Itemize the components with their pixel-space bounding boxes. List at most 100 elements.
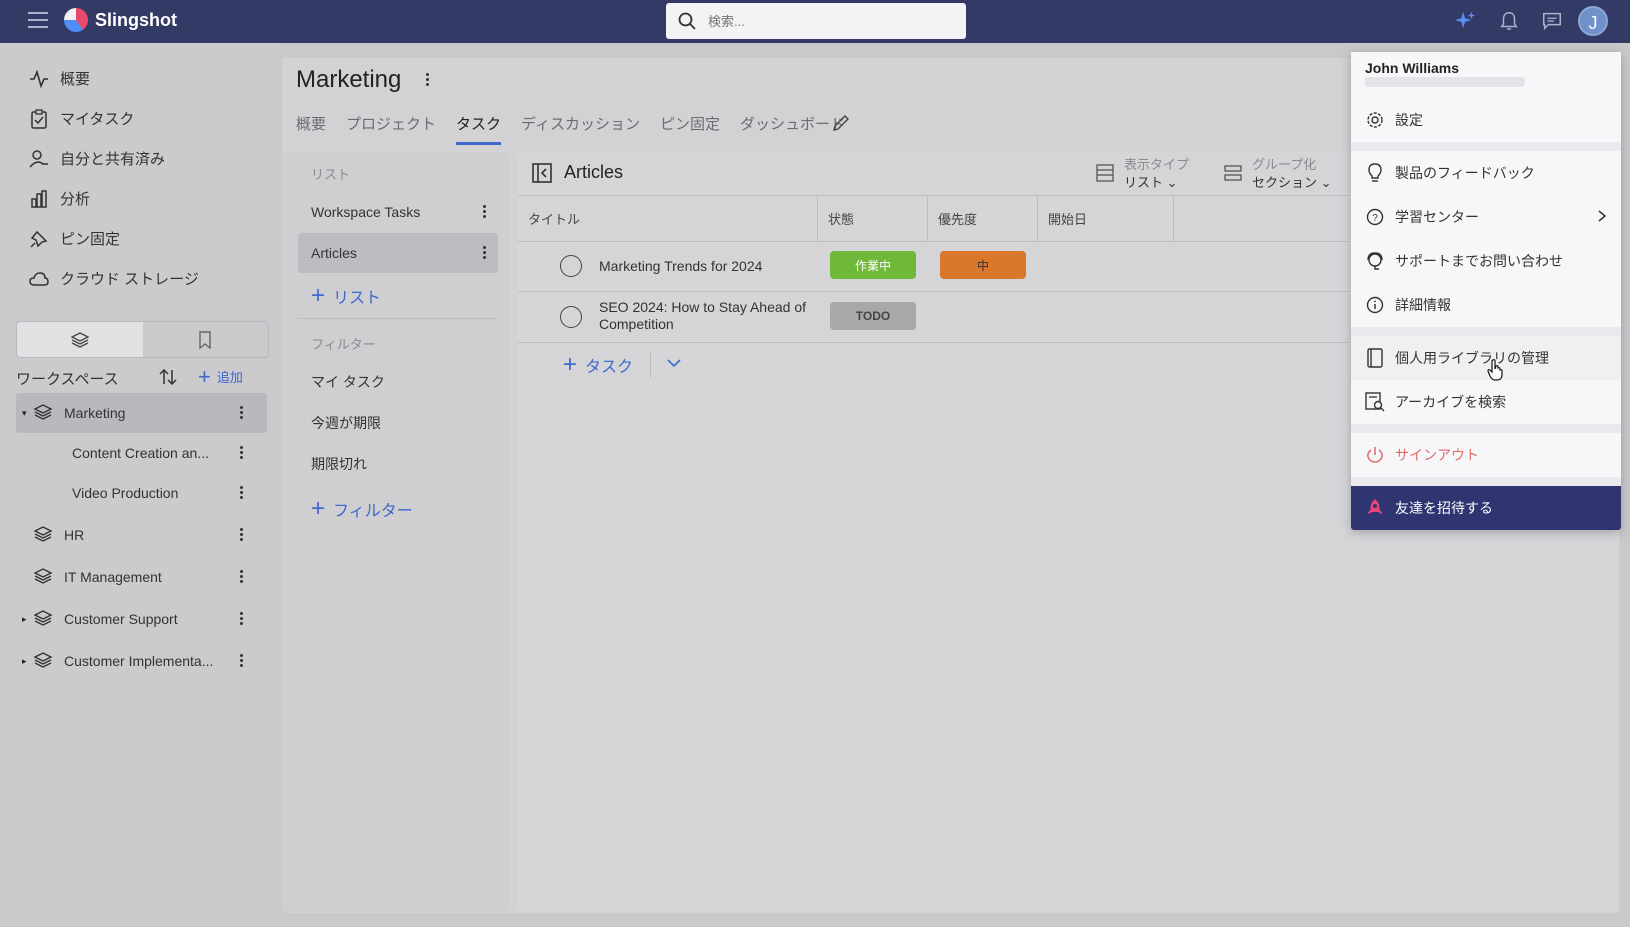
list-title: Articles — [564, 162, 624, 182]
bookmarks-view-button[interactable] — [143, 322, 269, 357]
workspace-video-production[interactable]: Video Production — [16, 473, 267, 513]
table-row[interactable]: SEO 2024: How to Stay Ahead of Competiti… — [518, 292, 1348, 343]
menu-item-learning-center[interactable]: ? 学習センター — [1351, 195, 1621, 239]
workspace-label: Customer Support — [64, 611, 178, 627]
layers-icon — [70, 331, 89, 348]
more-options-icon[interactable] — [240, 612, 243, 627]
top-bar: Slingshot J — [0, 0, 1630, 43]
user-info: John Williams — [1351, 52, 1621, 98]
more-options-icon[interactable] — [483, 246, 486, 261]
support-agent-icon — [1365, 251, 1385, 271]
tab-pinned[interactable]: ピン固定 — [660, 113, 720, 145]
expand-triangle-icon[interactable]: ▸ — [22, 614, 32, 625]
nav-analytics[interactable]: 分析 — [28, 188, 90, 209]
add-list-button[interactable]: + リスト — [311, 284, 381, 308]
divider — [298, 318, 498, 319]
add-filter-button[interactable]: + フィルター — [311, 497, 413, 521]
workspace-marketing[interactable]: ▾ Marketing — [16, 393, 267, 433]
workspaces-view-button[interactable] — [17, 322, 143, 357]
task-title[interactable]: SEO 2024: How to Stay Ahead of Competiti… — [599, 299, 806, 333]
complete-checkbox[interactable] — [560, 306, 582, 328]
tab-tasks[interactable]: タスク — [456, 113, 502, 145]
search-icon — [678, 12, 696, 30]
menu-item-settings[interactable]: 設定 — [1351, 98, 1621, 142]
app-logo[interactable]: Slingshot — [64, 8, 177, 32]
nav-cloud-storage[interactable]: クラウド ストレージ — [28, 268, 199, 289]
column-header-start-date[interactable]: 開始日 — [1038, 196, 1174, 241]
expand-triangle-icon[interactable]: ▸ — [22, 656, 32, 667]
nav-label: 分析 — [60, 191, 91, 208]
menu-item-sign-out[interactable]: サインアウト — [1351, 433, 1621, 477]
menu-item-personal-library[interactable]: 個人用ライブラリの管理 — [1351, 336, 1621, 380]
lists-heading: リスト — [311, 167, 351, 182]
more-options-icon[interactable] — [240, 528, 243, 543]
filter-label: 今週が期限 — [311, 415, 381, 431]
user-avatar[interactable]: J — [1578, 6, 1608, 36]
column-header-title[interactable]: タイトル — [518, 196, 818, 241]
view-type-selector[interactable]: 表示タイプ リスト ⌄ — [1096, 156, 1189, 192]
complete-checkbox[interactable] — [560, 255, 582, 277]
table-row[interactable]: Marketing Trends for 2024 作業中 中 — [518, 241, 1348, 292]
menu-item-contact-support[interactable]: サポートまでお問い合わせ — [1351, 239, 1621, 283]
chat-icon[interactable] — [1540, 10, 1564, 32]
workspace-customer-support[interactable]: ▸ Customer Support — [16, 599, 267, 639]
divider — [650, 352, 651, 378]
more-options-icon[interactable] — [240, 446, 243, 461]
more-options-icon[interactable] — [483, 205, 486, 220]
more-options-icon[interactable] — [240, 406, 243, 421]
filter-label: 期限切れ — [311, 456, 367, 472]
menu-item-info[interactable]: 詳細情報 — [1351, 283, 1621, 327]
cloud-icon — [28, 271, 50, 287]
workspace-it-management[interactable]: IT Management — [16, 557, 267, 597]
workspace-content-creation[interactable]: Content Creation an... — [16, 433, 267, 473]
add-workspace-button[interactable]: + 追加 — [198, 365, 243, 387]
workspace-customer-implementation[interactable]: ▸ Customer Implementa... — [16, 641, 267, 681]
column-header-status[interactable]: 状態 — [818, 196, 928, 241]
more-options-icon[interactable] — [240, 570, 243, 585]
task-title[interactable]: Marketing Trends for 2024 — [599, 258, 762, 275]
sort-icon[interactable] — [158, 367, 178, 387]
nav-pinned[interactable]: ピン固定 — [28, 228, 120, 249]
collapse-panel-icon[interactable] — [532, 163, 552, 183]
menu-item-search-archive[interactable]: アーカイブを検索 — [1351, 380, 1621, 424]
bell-icon[interactable] — [1497, 10, 1521, 32]
group-icon — [1224, 165, 1242, 181]
workspace-hr[interactable]: HR — [16, 515, 267, 555]
status-badge[interactable]: 作業中 — [830, 251, 916, 279]
nav-overview[interactable]: 概要 — [28, 68, 90, 89]
nav-shared-with-me[interactable]: 自分と共有済み — [28, 148, 165, 169]
filter-due-this-week[interactable]: 今週が期限 — [298, 403, 498, 443]
menu-item-feedback[interactable]: 製品のフィードバック — [1351, 151, 1621, 195]
group-by-selector[interactable]: グループ化 セクション ⌄ — [1224, 156, 1332, 192]
nav-my-tasks[interactable]: マイタスク — [28, 108, 134, 129]
list-articles[interactable]: Articles — [298, 233, 498, 273]
tab-discussions[interactable]: ディスカッション — [521, 113, 640, 145]
more-options-icon[interactable] — [240, 486, 243, 501]
filter-my-tasks[interactable]: マイ タスク — [298, 362, 498, 402]
more-options-icon[interactable] — [240, 654, 243, 669]
edit-tabs-pencil-icon[interactable] — [832, 114, 850, 132]
user-menu-dropdown: John Williams 設定 製品のフィードバック ? 学習センター サポー… — [1351, 52, 1621, 530]
tab-overview[interactable]: 概要 — [296, 113, 326, 145]
search-input[interactable] — [706, 12, 950, 30]
chevron-down-icon[interactable] — [666, 357, 682, 369]
hamburger-menu-icon[interactable] — [28, 12, 48, 30]
view-type-value: リスト — [1124, 175, 1164, 190]
expand-triangle-icon[interactable]: ▾ — [22, 408, 32, 419]
user-email-redacted — [1365, 77, 1525, 87]
priority-badge[interactable]: 中 — [940, 251, 1026, 279]
add-task-button[interactable]: + タスク — [563, 353, 633, 377]
chevron-right-icon — [1598, 210, 1607, 222]
user-name: John Williams — [1365, 60, 1460, 76]
tab-dashboards[interactable]: ダッシュボード — [740, 113, 845, 145]
column-header-priority[interactable]: 優先度 — [928, 196, 1038, 241]
ai-sparkle-icon[interactable] — [1453, 10, 1477, 32]
menu-item-invite-friends[interactable]: 友達を招待する — [1351, 486, 1621, 530]
tab-projects[interactable]: プロジェクト — [346, 113, 436, 145]
status-badge[interactable]: TODO — [830, 302, 916, 330]
list-workspace-tasks[interactable]: Workspace Tasks — [298, 192, 498, 232]
menu-label: サインアウト — [1395, 447, 1479, 463]
page-more-options-icon[interactable] — [426, 73, 429, 88]
filter-overdue[interactable]: 期限切れ — [298, 444, 498, 484]
search-box[interactable] — [666, 3, 966, 39]
